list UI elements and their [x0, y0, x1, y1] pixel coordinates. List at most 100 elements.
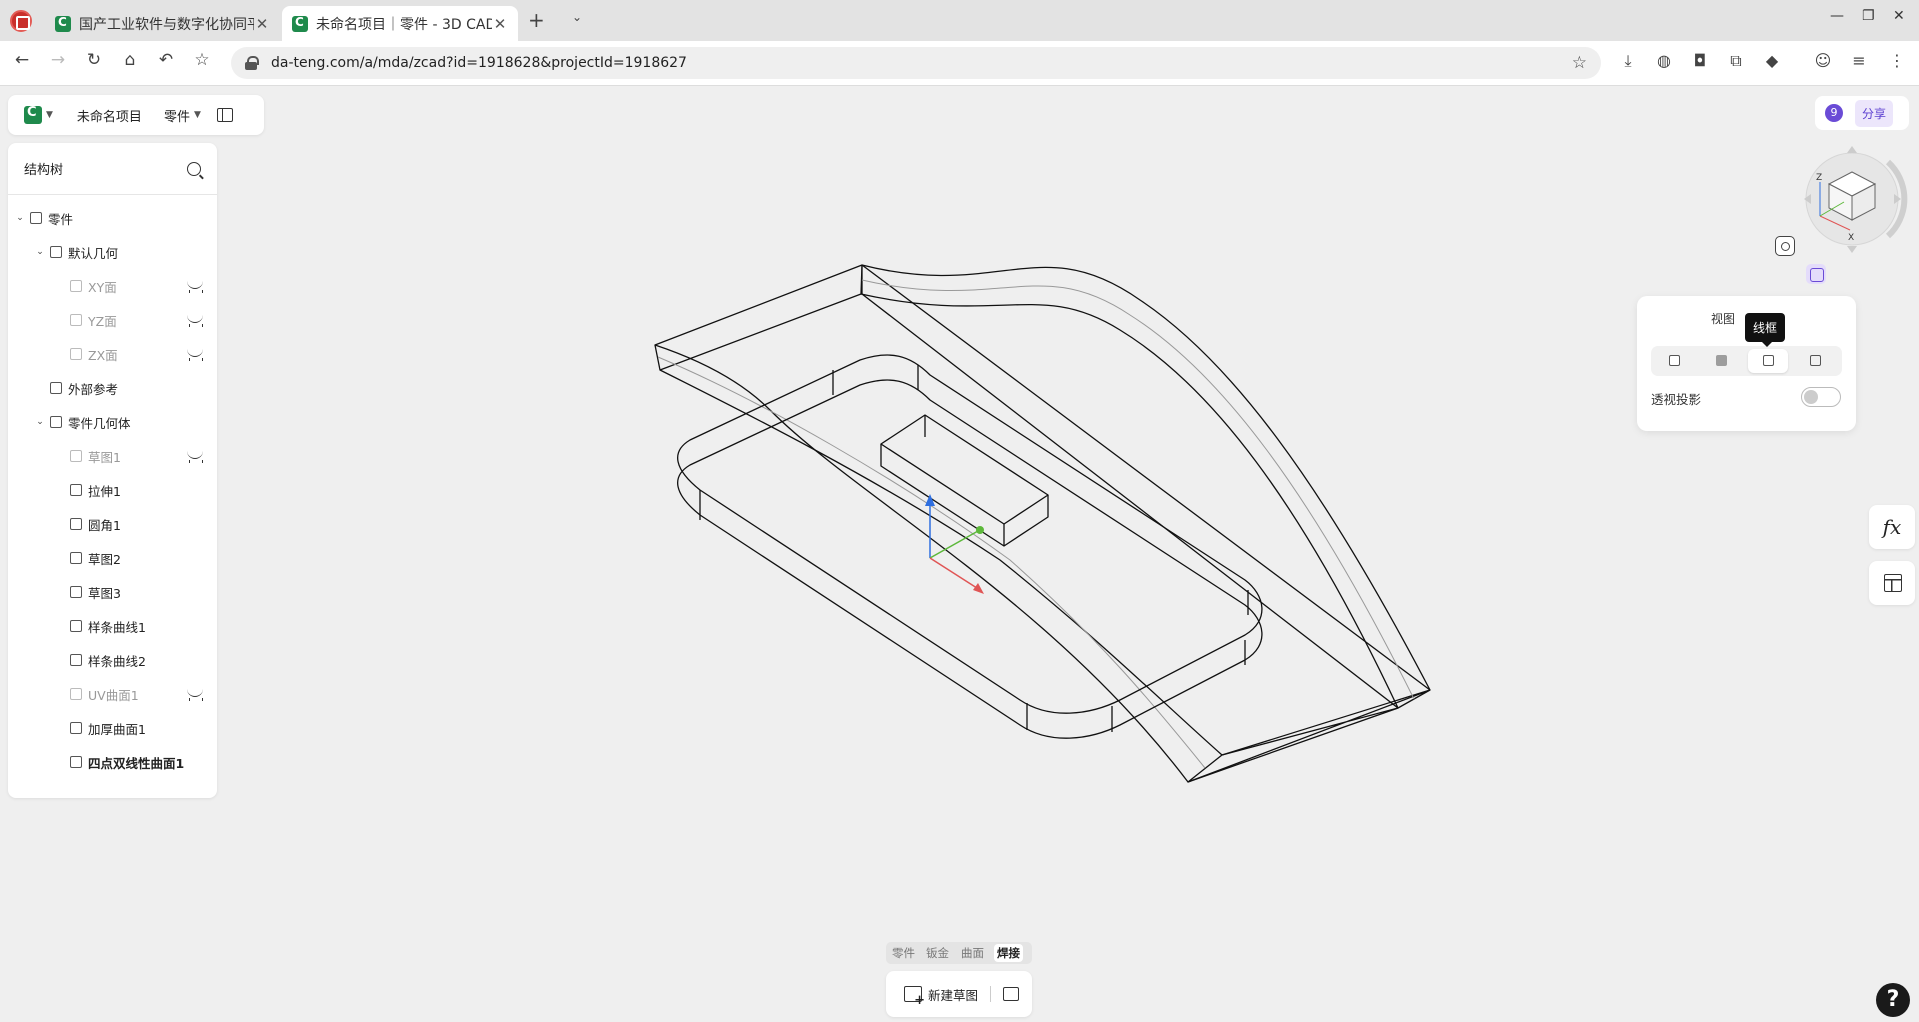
tree-item-label: 四点双线性曲面1 — [88, 755, 185, 771]
tab-close-icon[interactable]: ✕ — [492, 15, 508, 33]
app-logo-icon[interactable] — [24, 105, 42, 124]
part-selector[interactable]: 零件 — [164, 106, 190, 125]
home-icon[interactable]: ⌂ — [118, 50, 142, 70]
display-mode-icon[interactable] — [1806, 264, 1826, 284]
forward-icon[interactable]: → — [46, 50, 70, 70]
tree-item[interactable]: UV曲面1 — [8, 679, 217, 709]
shaded-button[interactable] — [1701, 349, 1741, 373]
download-icon[interactable]: ⤓ — [1617, 51, 1639, 71]
ai-icon[interactable]: ◆ — [1761, 51, 1783, 70]
tab-list-chevron-icon[interactable]: ⌄ — [572, 10, 582, 24]
search-icon[interactable] — [187, 161, 201, 176]
chevron-down-icon[interactable]: ▼ — [46, 110, 53, 120]
chevron-down-icon[interactable]: ▼ — [194, 110, 201, 120]
feature-icon — [70, 654, 82, 666]
tab-sheet-metal[interactable]: 钣金 — [926, 945, 949, 961]
new-tab-icon[interactable]: + — [528, 8, 545, 32]
hidden-eye-icon[interactable] — [187, 349, 203, 361]
tree-item[interactable]: 拉伸1 — [8, 475, 217, 505]
tree-item[interactable]: ⌄ 零件 — [8, 203, 217, 233]
hidden-eye-icon[interactable] — [187, 689, 203, 701]
tab-view[interactable]: 视图 — [1711, 310, 1735, 327]
tree-item[interactable]: ZX面 — [8, 339, 217, 369]
project-name[interactable]: 未命名项目 — [77, 106, 142, 125]
cad-app: ▼ 未命名项目 零件 ▼ 结构树 ⌄ 零件 ⌄ 默认几何 XY面 YZ面 ZX面外部参考 ⌄ 零… — [0, 86, 1919, 1022]
browser-logo-icon[interactable] — [10, 10, 32, 32]
surface-edge — [861, 264, 1431, 691]
help-button[interactable]: ? — [1876, 983, 1910, 1017]
tree-item[interactable]: 加厚曲面1 — [8, 713, 217, 743]
profile-icon[interactable]: ☺ — [1812, 51, 1834, 70]
formula-button[interactable]: fx — [1869, 505, 1915, 549]
star-icon[interactable]: ☆ — [1572, 53, 1587, 73]
undo-icon[interactable]: ↶ — [154, 50, 178, 70]
3d-viewport[interactable] — [230, 86, 1660, 1022]
tree-item[interactable]: 样条曲线2 — [8, 645, 217, 675]
chevron-down-icon[interactable]: ⌄ — [34, 417, 46, 427]
view-cube[interactable]: Z X — [1792, 144, 1914, 254]
sketch-list-icon[interactable] — [1003, 987, 1020, 1001]
perspective-toggle[interactable] — [1801, 387, 1841, 407]
tab-favicon-icon — [55, 15, 71, 32]
camera-icon[interactable]: ◘ — [1689, 51, 1711, 70]
chevron-down-icon[interactable]: ⌄ — [14, 213, 26, 223]
tree-item[interactable]: 草图2 — [8, 543, 217, 573]
browser-tab-cad[interactable]: 未命名项目｜零件 - 3D CAD ✕ — [282, 6, 518, 41]
tree-item[interactable]: 草图3 — [8, 577, 217, 607]
tree-item-label: ZX面 — [88, 347, 118, 363]
new-sketch-button[interactable]: 新建草图 — [928, 985, 978, 1004]
url-text[interactable]: da-teng.com/a/mda/zcad?id=1918628&projec… — [271, 55, 687, 71]
extensions-icon[interactable]: ⧉ — [1725, 51, 1747, 71]
project-bar: ▼ 未命名项目 零件 ▼ — [8, 95, 264, 135]
tree-title: 结构树 — [24, 163, 64, 178]
tree-item[interactable]: ⌄ 零件几何体 — [8, 407, 217, 437]
shaded-edges-button[interactable] — [1654, 349, 1694, 373]
shaded-icon — [1716, 355, 1727, 366]
tab-favicon-icon — [292, 15, 308, 32]
workbench-tabs: 零件 钣金 曲面 焊接 — [886, 942, 1032, 964]
tree-item[interactable]: ⌄ 默认几何 — [8, 237, 217, 267]
axis-x — [929, 557, 981, 591]
hidden-line-button[interactable] — [1795, 349, 1835, 373]
hidden-eye-icon[interactable] — [187, 315, 203, 327]
minimize-icon[interactable]: — — [1830, 8, 1844, 24]
tree-item[interactable]: YZ面 — [8, 305, 217, 335]
tab-part[interactable]: 零件 — [892, 945, 915, 961]
feature-icon — [70, 518, 82, 530]
reload-icon[interactable]: ↻ — [82, 50, 106, 70]
fit-view-icon[interactable] — [1775, 236, 1795, 256]
tree-item[interactable]: 外部参考 — [8, 373, 217, 403]
hidden-line-icon — [1810, 355, 1821, 366]
back-icon[interactable]: ← — [10, 50, 34, 70]
feature-icon — [70, 348, 82, 360]
surface-edge — [654, 264, 863, 371]
tree-item[interactable]: XY面 — [8, 271, 217, 301]
window-close-icon[interactable]: ✕ — [1893, 8, 1905, 24]
address-bar[interactable]: da-teng.com/a/mda/zcad?id=1918628&projec… — [231, 47, 1601, 79]
chevron-down-icon[interactable]: ⌄ — [34, 247, 46, 257]
tree-item-label: 加厚曲面1 — [88, 721, 146, 737]
tab-surface[interactable]: 曲面 — [961, 945, 984, 961]
lock-icon[interactable] — [245, 56, 259, 70]
notification-badge[interactable]: 9 — [1825, 104, 1843, 122]
tab-close-icon[interactable]: ✕ — [254, 15, 270, 33]
feature-icon — [30, 212, 42, 224]
hidden-eye-icon[interactable] — [187, 281, 203, 293]
menu-icon[interactable]: ⋮ — [1886, 51, 1908, 70]
wireframe-button[interactable] — [1748, 349, 1788, 373]
globe-icon[interactable]: ◍ — [1653, 51, 1675, 70]
tree-item[interactable]: 四点双线性曲面1 — [8, 747, 217, 777]
tree-item[interactable]: 样条曲线1 — [8, 611, 217, 641]
tab-welding[interactable]: 焊接 — [994, 944, 1023, 962]
share-button[interactable]: 分享 — [1855, 99, 1894, 127]
tree-item[interactable]: 圆角1 — [8, 509, 217, 539]
new-sketch-icon[interactable] — [904, 986, 925, 1008]
browser-tab-platform[interactable]: 国产工业软件与数字化协同平 ✕ — [45, 6, 280, 41]
bookmark-star-icon[interactable]: ☆ — [190, 50, 214, 70]
table-icon[interactable] — [1869, 561, 1915, 605]
hidden-eye-icon[interactable] — [187, 451, 203, 463]
restore-icon[interactable]: ❐ — [1862, 8, 1875, 24]
feature-icon — [50, 382, 62, 394]
settings-icon[interactable]: ≡ — [1848, 51, 1870, 70]
tree-item[interactable]: 草图1 — [8, 441, 217, 471]
